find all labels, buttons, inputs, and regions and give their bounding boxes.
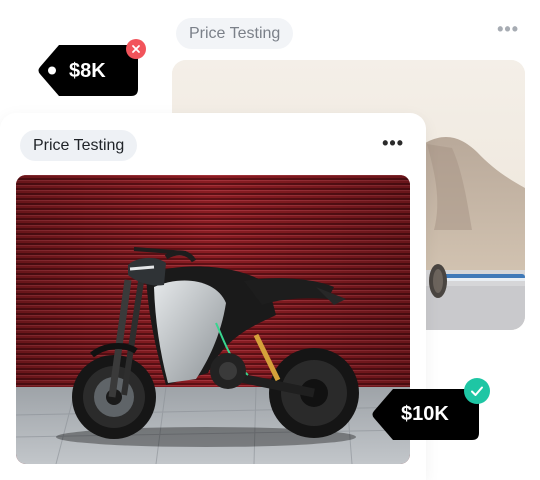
price-8k-label: $8K bbox=[69, 60, 106, 82]
back-card-more-icon[interactable]: ••• bbox=[497, 20, 519, 38]
close-icon[interactable] bbox=[126, 39, 146, 59]
back-card-price-testing-pill: Price Testing bbox=[176, 18, 294, 49]
motorcycle-image bbox=[16, 175, 410, 464]
close-glyph bbox=[132, 45, 140, 53]
check-icon[interactable] bbox=[464, 378, 490, 404]
price-tag-8k: $8K bbox=[37, 44, 139, 97]
check-glyph bbox=[471, 386, 483, 396]
price-testing-illustration: Price Testing ••• Price Testing ••• $8K … bbox=[0, 0, 540, 480]
electric-motorcycle-scene bbox=[16, 175, 410, 464]
front-card-more-icon[interactable]: ••• bbox=[382, 134, 404, 152]
front-price-test-card: Price Testing ••• bbox=[0, 113, 426, 480]
price-10k-label: $10K bbox=[401, 403, 449, 425]
front-card-price-testing-pill: Price Testing bbox=[20, 130, 138, 161]
